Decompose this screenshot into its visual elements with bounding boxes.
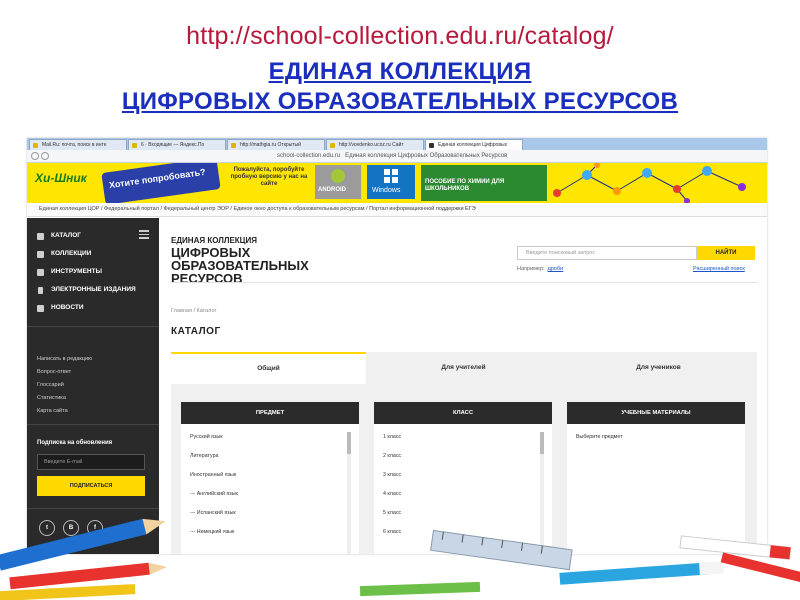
address-url: school-collection.edu.ru	[277, 153, 341, 159]
sidebar-link-stats[interactable]: Статистика	[37, 395, 66, 401]
reload-icon[interactable]	[117, 152, 123, 158]
sidebar-link-glossary[interactable]: Глоссарий	[37, 382, 64, 388]
sidebar-item-tools[interactable]: ИНСТРУМЕНТЫ	[37, 266, 155, 278]
subject-header: ПРЕДМЕТ	[181, 402, 359, 424]
address-page-title: Единая коллекция Цифровых Образовательны…	[345, 153, 508, 159]
favicon-icon	[429, 143, 434, 148]
ad-banner[interactable]: Хи-Шник Хотите попробовать? Пожалуйста, …	[27, 163, 767, 203]
catalog-tabs: Общий Для учителей Для учеников	[171, 352, 757, 384]
portal-links[interactable]: Единая коллекция ЦОР / Федеральный порта…	[39, 206, 476, 212]
newspaper-icon	[37, 305, 44, 312]
grid-icon	[37, 233, 44, 240]
subscribe-button[interactable]: ПОДПИСАТЬСЯ	[37, 476, 145, 496]
search-example-link[interactable]: дроби	[548, 266, 564, 272]
tab-teachers[interactable]: Для учителей	[366, 352, 561, 384]
sidebar-divider	[27, 424, 159, 425]
banner-chemistry: ПОСОБИЕ ПО ХИМИИ ДЛЯ ШКОЛЬНИКОВ	[421, 165, 547, 201]
favicon-icon	[132, 143, 137, 148]
list-item[interactable]: 2 класс	[383, 453, 401, 459]
tab-students[interactable]: Для учеников	[561, 352, 756, 384]
slide-title-line2[interactable]: ЦИФРОВЫХ ОБРАЗОВАТЕЛЬНЫХ РЕСУРСОВ	[0, 88, 800, 116]
portal-links-bar: Единая коллекция ЦОР / Федеральный порта…	[27, 204, 767, 217]
list-item: Выберите предмет	[576, 434, 623, 440]
slide-url[interactable]: http://school-collection.edu.ru/catalog/	[0, 22, 800, 51]
browser-tab[interactable]: 6 · Входящие — Яндекс.По	[128, 139, 226, 150]
sidebar-item-catalog[interactable]: КАТАЛОГ	[37, 230, 155, 242]
browser-tab-active[interactable]: Единая коллекция Цифровых	[425, 139, 523, 150]
banner-try-badge: Хотите попробовать?	[101, 163, 221, 203]
grade-header: КЛАСС	[374, 402, 552, 424]
browser-tab[interactable]: Mail.Ru: почта, поиск в инте	[29, 139, 127, 150]
list-item[interactable]: 3 класс	[383, 472, 401, 478]
list-item[interactable]: 4 класс	[383, 491, 401, 497]
address-bar[interactable]: school-collection.edu.ru Единая коллекци…	[27, 150, 767, 163]
sidebar-item-e-publications[interactable]: ЭЛЕКТРОННЫЕ ИЗДАНИЯ	[37, 284, 155, 296]
books-icon	[37, 251, 44, 258]
slide-title-line1[interactable]: ЕДИНАЯ КОЛЛЕКЦИЯ	[0, 58, 800, 86]
favicon-icon	[330, 143, 335, 148]
stationery-decoration	[0, 518, 800, 600]
forward-icon[interactable]	[41, 152, 49, 160]
sidebar-divider	[27, 326, 159, 327]
email-field[interactable]: Введите E-mail	[37, 454, 145, 470]
list-item[interactable]: --- Английский язык	[190, 491, 238, 497]
windows-icon	[384, 169, 398, 183]
header-divider	[171, 282, 757, 283]
android-icon	[331, 169, 345, 183]
page-title: КАТАЛОГ	[171, 326, 221, 337]
sidebar-link-write[interactable]: Написать в редакцию	[37, 356, 92, 362]
advanced-search-link[interactable]: Расширенный поиск	[693, 266, 745, 272]
browser-tab-bar: Mail.Ru: почта, поиск в инте 6 · Входящи…	[27, 138, 767, 150]
sidebar-link-faq[interactable]: Вопрос-ответ	[37, 369, 71, 375]
search-hint: Например: дроби	[517, 266, 564, 272]
banner-text: Пожалуйста, поробуйте пробную версию у н…	[230, 167, 308, 187]
tab-general[interactable]: Общий	[171, 352, 366, 384]
sidebar-link-sitemap[interactable]: Карта сайта	[37, 408, 68, 414]
phone-icon	[38, 287, 43, 294]
favicon-icon	[33, 143, 38, 148]
molecule-illustration	[553, 163, 746, 203]
search-input[interactable]: Введите поисковый запрос	[517, 246, 697, 260]
website-screenshot: Mail.Ru: почта, поиск в инте 6 · Входящи…	[27, 138, 767, 554]
subscribe-title: Подписка на обновления	[37, 440, 113, 446]
back-icon[interactable]	[31, 152, 39, 160]
breadcrumb[interactable]: Главная / Каталог	[171, 308, 217, 314]
materials-header: УЧЕБНЫЕ МАТЕРИАЛЫ	[567, 402, 745, 424]
sidebar-item-news[interactable]: НОВОСТИ	[37, 302, 155, 314]
banner-android: ANDROID	[315, 165, 361, 199]
list-item[interactable]: 1 класс	[383, 434, 401, 440]
sidebar-item-collections[interactable]: КОЛЛЕКЦИИ	[37, 248, 155, 260]
list-item[interactable]: Литература	[190, 453, 219, 459]
list-item[interactable]: Русский язык	[190, 434, 223, 440]
banner-logo: Хи-Шник	[35, 171, 87, 185]
browser-tab[interactable]: http://mathgia.ru Открытый	[227, 139, 325, 150]
banner-windows: Windows	[367, 165, 415, 199]
list-item[interactable]: Иностранный язык	[190, 472, 236, 478]
favicon-icon	[231, 143, 236, 148]
browser-tab[interactable]: http://vovdenko.ucoz.ru Сайт	[326, 139, 424, 150]
wrench-icon	[37, 269, 44, 276]
search-button[interactable]: НАЙТИ	[697, 246, 755, 260]
